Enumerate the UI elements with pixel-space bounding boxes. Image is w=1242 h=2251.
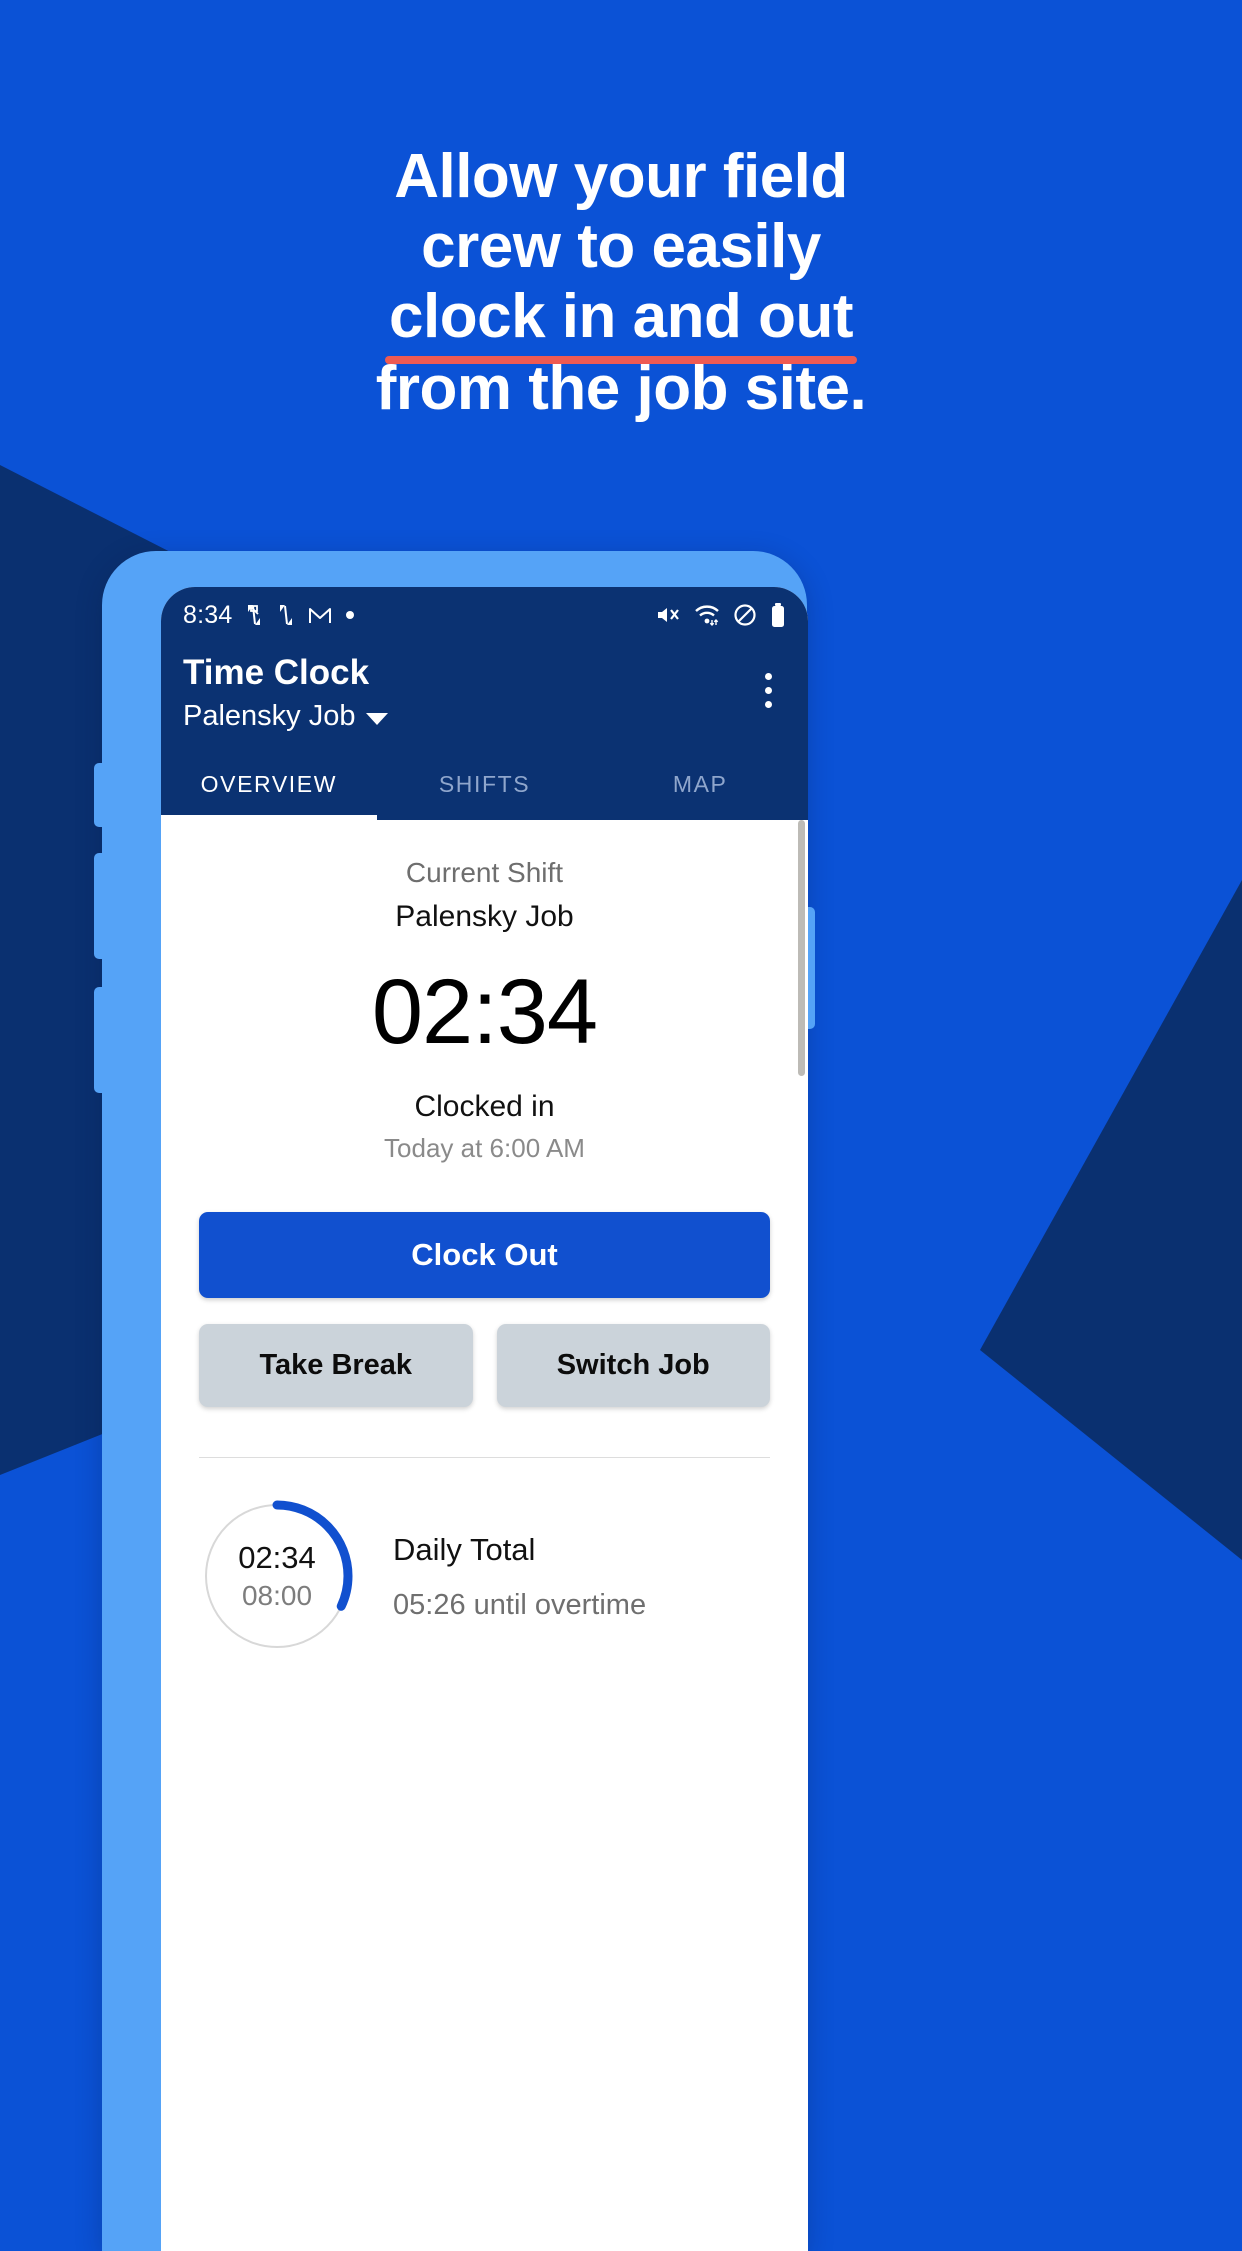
progress-ring-labels: 02:34 08:00	[199, 1498, 355, 1654]
headline-emphasis: clock in and out	[385, 282, 857, 364]
daily-progress-ring: 02:34 08:00	[199, 1498, 355, 1654]
clock-state-label: Clocked in	[414, 1090, 555, 1123]
scrollbar-thumb[interactable]	[798, 820, 805, 1076]
headline-line-3: clock in and out	[120, 282, 1122, 364]
battery-icon	[770, 602, 786, 628]
headline-underline	[385, 356, 857, 364]
ring-elapsed: 02:34	[238, 1539, 316, 1575]
overflow-menu-icon[interactable]	[750, 665, 786, 715]
clock-since-label: Today at 6:00 AM	[384, 1133, 585, 1163]
status-bar-clock: 8:34	[183, 600, 233, 629]
status-bar-right	[655, 602, 786, 628]
headline-line-2: crew to easily	[421, 212, 821, 281]
dot-icon	[344, 609, 356, 621]
status-bar: 8:34	[161, 587, 808, 643]
promo-headline: Allow your field crew to easily clock in…	[0, 142, 1242, 424]
app-bar: Time Clock Palensky Job	[161, 643, 808, 748]
status-bar-left: 8:34	[183, 601, 356, 630]
headline-line-4: from the job site.	[375, 354, 867, 423]
phone-screen: 8:34 Time Clock Palensky Job OVERVIEW SH…	[161, 587, 808, 2251]
do-not-disturb-icon	[733, 603, 757, 627]
daily-total-subtitle: 05:26 until overtime	[393, 1589, 647, 1621]
action-buttons: Clock Out Take Break Switch Job	[161, 1212, 808, 1407]
phone-volume-up-button	[94, 853, 112, 959]
gmail-icon	[308, 605, 332, 625]
headline-emphasis-text: clock in and out	[389, 282, 853, 351]
overview-content: Current Shift Palensky Job 02:34 Clocked…	[161, 820, 808, 2251]
current-shift-job: Palensky Job	[395, 900, 574, 933]
sync-icon	[244, 603, 264, 627]
take-break-button[interactable]: Take Break	[199, 1324, 473, 1407]
elapsed-timer: 02:34	[371, 961, 598, 1063]
secondary-action-row: Take Break Switch Job	[199, 1324, 770, 1407]
ring-goal: 08:00	[241, 1579, 313, 1611]
phone-frame: 8:34 Time Clock Palensky Job OVERVIEW SH…	[94, 551, 815, 2251]
sync-icon	[276, 603, 296, 627]
phone-side-button-top	[94, 763, 112, 827]
daily-total-text: Daily Total 05:26 until overtime	[393, 1527, 646, 1625]
job-selector-label: Palensky Job	[183, 700, 356, 732]
app-header-region: 8:34 Time Clock Palensky Job OVERVIEW SH…	[161, 587, 808, 820]
current-shift-label: Current Shift	[405, 857, 564, 888]
clock-out-button[interactable]: Clock Out	[199, 1212, 770, 1298]
tab-bar: OVERVIEW SHIFTS MAP	[161, 748, 808, 820]
job-selector[interactable]: Palensky Job	[183, 698, 388, 734]
phone-volume-down-button	[94, 987, 112, 1093]
switch-job-button[interactable]: Switch Job	[496, 1324, 770, 1407]
tab-shifts[interactable]: SHIFTS	[377, 748, 593, 820]
app-bar-titles: Time Clock Palensky Job	[183, 649, 388, 734]
wifi-icon	[694, 603, 720, 627]
headline-line-1: Allow your field	[394, 142, 848, 211]
chevron-down-icon	[365, 712, 388, 725]
daily-total-section: 02:34 08:00 Daily Total 05:26 until over…	[161, 1458, 808, 1654]
phone-mockup: 8:34 Time Clock Palensky Job OVERVIEW SH…	[77, 551, 815, 2251]
daily-total-title: Daily Total	[393, 1532, 536, 1567]
tab-map[interactable]: MAP	[592, 748, 808, 820]
page-title: Time Clock	[183, 653, 370, 692]
tab-overview[interactable]: OVERVIEW	[161, 748, 377, 820]
mute-icon	[655, 603, 681, 627]
